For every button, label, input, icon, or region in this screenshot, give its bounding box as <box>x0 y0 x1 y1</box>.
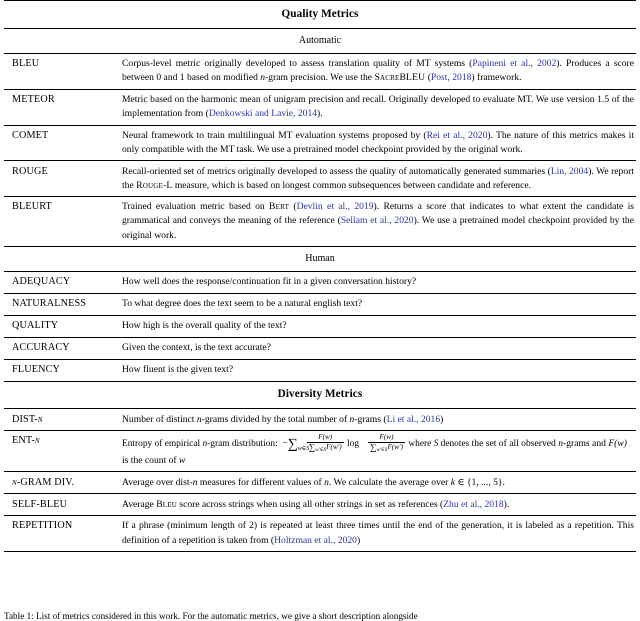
summation-icon: ∑ w∈S <box>287 437 310 453</box>
table-row: n-GRAM DIV. Average over dist-n measures… <box>4 471 636 494</box>
subsection-header-human: Human <box>4 246 636 272</box>
rich-text: To what degree does the text seem to be … <box>122 298 363 310</box>
metric-name-adequacy: ADEQUACY <box>4 271 118 294</box>
metric-name-self-bleu: SELF-BLEU <box>4 493 118 516</box>
metric-name-rouge: ROUGE <box>4 160 118 197</box>
citation-link: Papineni et al., 2002 <box>472 58 557 70</box>
caption-label: Table 1: <box>4 611 34 621</box>
rich-text: How fluent is the given text? <box>122 363 234 375</box>
table-row: ENT-n Entropy of empirical n-gram distri… <box>4 430 636 472</box>
table-row: BLEU Corpus-level metric originally deve… <box>4 53 636 90</box>
citation-link: Zhu et al., 2018 <box>443 498 504 510</box>
rich-text: Trained evaluation metric based on Bert … <box>122 201 634 241</box>
table-row: SELF-BLEU Average Bleu score across stri… <box>4 493 636 516</box>
fraction-1: F(w) ∑w′∈SF(w′) <box>306 432 344 454</box>
citation-link: Devlin et al., 2019 <box>296 201 374 213</box>
metric-desc-quality: How high is the overall quality of the t… <box>118 314 636 338</box>
metric-desc-naturalness: To what degree does the text seem to be … <box>118 293 636 316</box>
section-header-quality: Quality Metrics <box>4 0 636 29</box>
metric-name-bleurt: BLEURT <box>4 196 118 247</box>
rich-text: Metric based on the harmonic mean of uni… <box>122 94 634 120</box>
subsection-header-automatic: Automatic <box>4 27 636 54</box>
rich-text: How well does the response/continuation … <box>122 276 417 288</box>
metric-desc-dist-n: Number of distinct n-grams divided by th… <box>118 408 636 431</box>
table-row: METEOR Metric based on the harmonic mean… <box>4 88 636 126</box>
table-row: NATURALNESS To what degree does the text… <box>4 293 636 316</box>
citation-link: Post, 2018 <box>430 72 472 84</box>
citation-link: Denkowski and Lavie, 2014 <box>208 108 318 120</box>
rich-text: Corpus-level metric originally developed… <box>122 58 635 84</box>
rich-text: Given the context, is the text accurate? <box>122 341 271 353</box>
subsection-title-automatic: Automatic <box>4 27 636 54</box>
table-row: REPETITION If a phrase (minimum length o… <box>4 515 636 552</box>
metric-desc-bleu: Corpus-level metric originally developed… <box>118 53 636 90</box>
rich-text: If a phrase (minimum length of 2) is rep… <box>122 520 634 546</box>
citation-link: Rei et al., 2020 <box>426 129 488 141</box>
table-caption: Table 1: List of metrics considered in t… <box>4 610 636 621</box>
subsection-title-human: Human <box>4 246 636 272</box>
rich-text: Average over dist-n measures for differe… <box>122 476 505 488</box>
metric-desc-adequacy: How well does the response/continuation … <box>118 271 636 294</box>
metric-name-accuracy: ACCURACY <box>4 336 118 360</box>
section-header-diversity: Diversity Metrics <box>4 380 636 409</box>
rich-text: How high is the overall quality of the t… <box>122 320 287 332</box>
metric-name-ngram-div: n-GRAM DIV. <box>4 471 118 494</box>
metric-name-bleu: BLEU <box>4 53 118 90</box>
metric-name-fluency: FLUENCY <box>4 358 118 382</box>
table-row: COMET Neural framework to train multilin… <box>4 124 636 161</box>
metric-name-naturalness: NATURALNESS <box>4 293 118 316</box>
metric-desc-bleurt: Trained evaluation metric based on Bert … <box>118 196 636 247</box>
metric-name-ent-n: ENT-n <box>4 430 118 472</box>
quality-metrics-table: Quality Metrics Automatic BLEU Corpus-le… <box>4 0 636 552</box>
fraction-2: F(w) ∑w′∈SF(w′) <box>368 432 406 454</box>
caption-text: List of metrics considered in this work.… <box>36 611 418 621</box>
table-row: FLUENCY How fluent is the given text? <box>4 358 636 382</box>
citation-link: Lin, 2004 <box>550 165 589 177</box>
metric-name-quality: QUALITY <box>4 314 118 338</box>
rich-text: Neural framework to train multilingual M… <box>122 129 634 155</box>
section-title-diversity: Diversity Metrics <box>4 380 636 409</box>
entropy-formula: Entropy of empirical n-gram distribution… <box>122 432 470 454</box>
citation-link: Li et al., 2016 <box>386 413 441 425</box>
metric-name-meteor: METEOR <box>4 88 118 126</box>
citation-link: Holtzman et al., 2020 <box>274 534 357 546</box>
paper-table-page: Quality Metrics Automatic BLEU Corpus-le… <box>0 0 640 621</box>
metric-desc-accuracy: Given the context, is the text accurate? <box>118 336 636 360</box>
table-row: ADEQUACY How well does the response/cont… <box>4 271 636 294</box>
metric-name-comet: COMET <box>4 124 118 161</box>
rich-text: Number of distinct n-grams divided by th… <box>122 413 444 425</box>
citation-link: Sellam et al., 2020 <box>340 215 414 227</box>
table-row: QUALITY How high is the overall quality … <box>4 314 636 338</box>
table-row: ACCURACY Given the context, is the text … <box>4 336 636 360</box>
table-row: DIST-n Number of distinct n-grams divide… <box>4 408 636 431</box>
metric-name-dist-n: DIST-n <box>4 408 118 431</box>
metric-desc-self-bleu: Average Bleu score across strings when u… <box>118 493 636 516</box>
metric-desc-meteor: Metric based on the harmonic mean of uni… <box>118 88 636 126</box>
section-title-quality: Quality Metrics <box>4 0 636 29</box>
metric-desc-fluency: How fluent is the given text? <box>118 358 636 382</box>
table-row: BLEURT Trained evaluation metric based o… <box>4 196 636 247</box>
metric-desc-ent-n: Entropy of empirical n-gram distribution… <box>118 430 636 472</box>
metric-name-repetition: REPETITION <box>4 515 118 552</box>
metric-desc-repetition: If a phrase (minimum length of 2) is rep… <box>118 515 636 552</box>
rich-text: Average Bleu score across strings when u… <box>122 498 510 510</box>
metric-desc-ngram-div: Average over dist-n measures for differe… <box>118 471 636 494</box>
rich-text: Recall-oriented set of metrics originall… <box>122 165 634 191</box>
metric-desc-rouge: Recall-oriented set of metrics originall… <box>118 160 636 197</box>
metric-desc-comet: Neural framework to train multilingual M… <box>118 124 636 161</box>
table-row: ROUGE Recall-oriented set of metrics ori… <box>4 160 636 197</box>
